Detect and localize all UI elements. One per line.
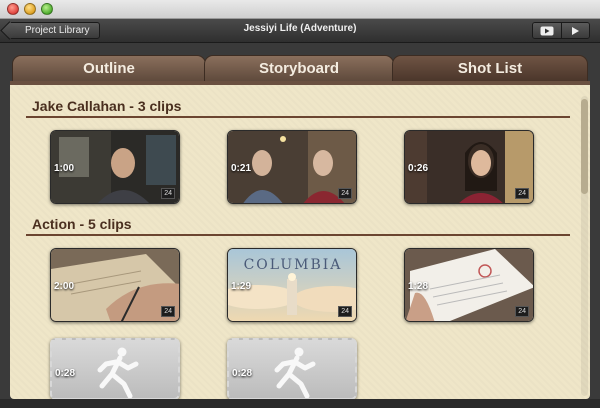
zoom-window-button[interactable]: [41, 3, 53, 15]
clip-thumbnail[interactable]: 0:26 24: [404, 130, 534, 204]
clip-thumbnail[interactable]: 1:28 24: [404, 248, 534, 322]
tab-storyboard[interactable]: Storyboard: [204, 55, 394, 81]
shot-list-panel: Jake Callahan - 3 clips 1:00 24 0:21 24 …: [10, 81, 590, 400]
title-bar: [0, 0, 600, 19]
clip-duration: 0:26: [408, 163, 429, 174]
clip-thumbnail[interactable]: 0:21 24: [227, 130, 357, 204]
clip-fps-badge: 24: [515, 306, 529, 317]
clip-duration: 0:28: [55, 368, 76, 379]
playback-controls: [532, 22, 590, 39]
window-bottom-edge: [0, 399, 600, 408]
clip-duration: 2:00: [54, 281, 75, 292]
section-divider: [26, 234, 570, 236]
placeholder-clip[interactable]: 0:28: [50, 338, 180, 400]
close-window-button[interactable]: [7, 3, 19, 15]
clip-duration: 0:28: [232, 368, 253, 379]
clip-duration: 0:21: [231, 163, 252, 174]
clip-duration: 1:00: [54, 163, 75, 174]
tab-outline[interactable]: Outline: [12, 55, 206, 81]
play-fullscreen-button[interactable]: [533, 23, 561, 38]
minimize-window-button[interactable]: [24, 3, 36, 15]
clip-fps-badge: 24: [515, 188, 529, 199]
play-fullscreen-icon: [540, 26, 554, 35]
clip-thumbnail[interactable]: COLUMBIA 1:29 24: [227, 248, 357, 322]
clip-duration: 1:28: [408, 281, 429, 292]
clip-fps-badge: 24: [338, 306, 352, 317]
clip-duration: 1:29: [231, 281, 252, 292]
clip-thumbnail[interactable]: 2:00 24: [50, 248, 180, 322]
project-library-button[interactable]: Project Library: [8, 22, 101, 39]
section-title: Action - 5 clips: [32, 216, 132, 232]
section-title: Jake Callahan - 3 clips: [32, 98, 182, 114]
app-window: Project Library Jessiyi Life (Adventure)…: [0, 0, 600, 408]
clip-fps-badge: 24: [338, 188, 352, 199]
clip-fps-badge: 24: [161, 306, 175, 317]
tab-bar: Outline Storyboard Shot List: [0, 43, 600, 81]
vertical-scrollbar[interactable]: [581, 96, 588, 396]
window-title: Jessiyi Life (Adventure): [243, 23, 357, 34]
project-library-label: Project Library: [25, 25, 90, 36]
tab-shot-list[interactable]: Shot List: [392, 55, 588, 81]
clip-fps-badge: 24: [161, 188, 175, 199]
toolbar: Project Library Jessiyi Life (Adventure): [0, 19, 600, 43]
placeholder-clip[interactable]: 0:28: [227, 338, 357, 400]
scrollbar-thumb[interactable]: [581, 99, 588, 194]
play-button[interactable]: [560, 23, 589, 38]
clip-thumbnail[interactable]: 1:00 24: [50, 130, 180, 204]
section-divider: [26, 116, 570, 118]
clip-overlay-text: COLUMBIA: [244, 257, 343, 273]
play-icon: [572, 26, 580, 35]
